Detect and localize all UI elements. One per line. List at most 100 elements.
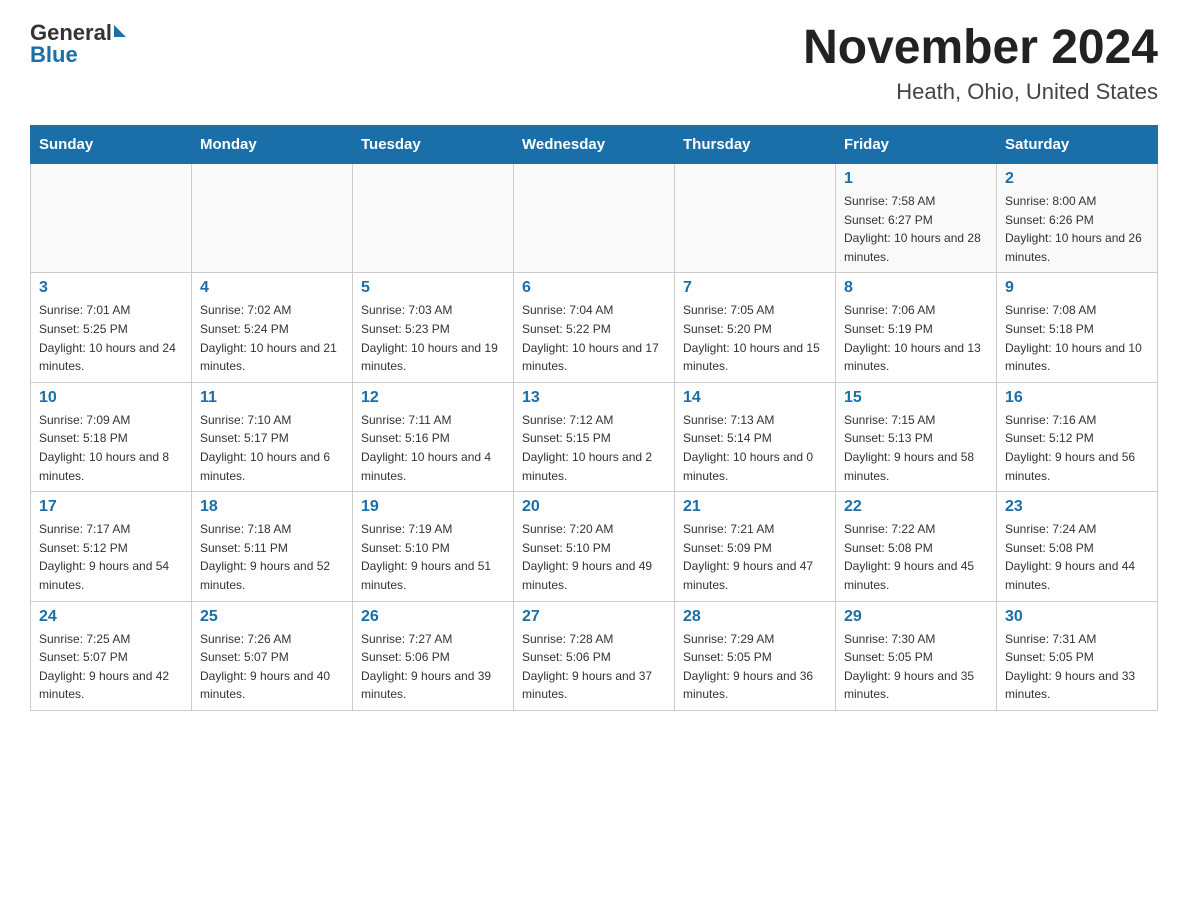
day-info: Sunrise: 7:13 AMSunset: 5:14 PMDaylight:… bbox=[683, 411, 827, 485]
day-info: Sunrise: 8:00 AMSunset: 6:26 PMDaylight:… bbox=[1005, 192, 1149, 266]
day-info: Sunrise: 7:31 AMSunset: 5:05 PMDaylight:… bbox=[1005, 630, 1149, 704]
day-number: 25 bbox=[200, 608, 344, 626]
calendar-cell: 27 Sunrise: 7:28 AMSunset: 5:06 PMDayligh… bbox=[514, 601, 675, 710]
day-info: Sunrise: 7:19 AMSunset: 5:10 PMDaylight:… bbox=[361, 520, 505, 594]
calendar-cell: 30 Sunrise: 7:31 AMSunset: 5:05 PMDayligh… bbox=[997, 601, 1158, 710]
calendar-cell: 20 Sunrise: 7:20 AMSunset: 5:10 PMDayligh… bbox=[514, 492, 675, 601]
day-info: Sunrise: 7:09 AMSunset: 5:18 PMDaylight:… bbox=[39, 411, 183, 485]
calendar-cell: 16 Sunrise: 7:16 AMSunset: 5:12 PMDayligh… bbox=[997, 382, 1158, 491]
logo-arrow-icon bbox=[114, 25, 126, 37]
day-info: Sunrise: 7:26 AMSunset: 5:07 PMDaylight:… bbox=[200, 630, 344, 704]
calendar-cell: 5Sunrise: 7:03 AMSunset: 5:23 PMDaylight… bbox=[353, 273, 514, 382]
calendar-cell bbox=[192, 164, 353, 273]
day-number: 3 bbox=[39, 279, 183, 297]
day-info: Sunrise: 7:15 AMSunset: 5:13 PMDaylight:… bbox=[844, 411, 988, 485]
header-day-friday: Friday bbox=[836, 126, 997, 164]
calendar-cell: 12Sunrise: 7:11 AMSunset: 5:16 PMDayligh… bbox=[353, 382, 514, 491]
week-row-2: 3 Sunrise: 7:01 AMSunset: 5:25 PMDaylight… bbox=[31, 273, 1158, 382]
logo: General Blue bbox=[30, 20, 126, 68]
calendar-cell: 6Sunrise: 7:04 AMSunset: 5:22 PMDaylight… bbox=[514, 273, 675, 382]
day-number: 19 bbox=[361, 498, 505, 516]
calendar-cell: 4 Sunrise: 7:02 AMSunset: 5:24 PMDaylight… bbox=[192, 273, 353, 382]
calendar-body: 1 Sunrise: 7:58 AMSunset: 6:27 PMDaylight… bbox=[31, 164, 1158, 711]
day-number: 23 bbox=[1005, 498, 1149, 516]
day-info: Sunrise: 7:02 AMSunset: 5:24 PMDaylight:… bbox=[200, 301, 344, 375]
calendar-cell: 1 Sunrise: 7:58 AMSunset: 6:27 PMDaylight… bbox=[836, 164, 997, 273]
calendar-cell: 8 Sunrise: 7:06 AMSunset: 5:19 PMDaylight… bbox=[836, 273, 997, 382]
day-number: 4 bbox=[200, 279, 344, 297]
day-number: 14 bbox=[683, 389, 827, 407]
header-day-thursday: Thursday bbox=[675, 126, 836, 164]
day-number: 8 bbox=[844, 279, 988, 297]
day-number: 2 bbox=[1005, 170, 1149, 188]
calendar-cell: 13 Sunrise: 7:12 AMSunset: 5:15 PMDayligh… bbox=[514, 382, 675, 491]
day-info: Sunrise: 7:20 AMSunset: 5:10 PMDaylight:… bbox=[522, 520, 666, 594]
week-row-3: 10 Sunrise: 7:09 AMSunset: 5:18 PMDayligh… bbox=[31, 382, 1158, 491]
calendar-cell: 14 Sunrise: 7:13 AMSunset: 5:14 PMDayligh… bbox=[675, 382, 836, 491]
calendar-cell: 21Sunrise: 7:21 AMSunset: 5:09 PMDayligh… bbox=[675, 492, 836, 601]
day-info: Sunrise: 7:24 AMSunset: 5:08 PMDaylight:… bbox=[1005, 520, 1149, 594]
day-number: 21 bbox=[683, 498, 827, 516]
title-section: November 2024 Heath, Ohio, United States bbox=[803, 20, 1158, 105]
day-number: 26 bbox=[361, 608, 505, 626]
header-row: SundayMondayTuesdayWednesdayThursdayFrid… bbox=[31, 126, 1158, 164]
day-info: Sunrise: 7:27 AMSunset: 5:06 PMDaylight:… bbox=[361, 630, 505, 704]
day-info: Sunrise: 7:01 AMSunset: 5:25 PMDaylight:… bbox=[39, 301, 183, 375]
day-info: Sunrise: 7:05 AMSunset: 5:20 PMDaylight:… bbox=[683, 301, 827, 375]
logo-blue-text: Blue bbox=[30, 42, 126, 68]
day-number: 28 bbox=[683, 608, 827, 626]
calendar-cell bbox=[675, 164, 836, 273]
day-number: 27 bbox=[522, 608, 666, 626]
calendar-cell: 15 Sunrise: 7:15 AMSunset: 5:13 PMDayligh… bbox=[836, 382, 997, 491]
day-info: Sunrise: 7:58 AMSunset: 6:27 PMDaylight:… bbox=[844, 192, 988, 266]
day-number: 18 bbox=[200, 498, 344, 516]
day-info: Sunrise: 7:18 AMSunset: 5:11 PMDaylight:… bbox=[200, 520, 344, 594]
day-number: 16 bbox=[1005, 389, 1149, 407]
day-number: 24 bbox=[39, 608, 183, 626]
calendar-cell: 17Sunrise: 7:17 AMSunset: 5:12 PMDayligh… bbox=[31, 492, 192, 601]
day-info: Sunrise: 7:12 AMSunset: 5:15 PMDaylight:… bbox=[522, 411, 666, 485]
calendar-cell: 2 Sunrise: 8:00 AMSunset: 6:26 PMDaylight… bbox=[997, 164, 1158, 273]
day-number: 12 bbox=[361, 389, 505, 407]
calendar-cell bbox=[353, 164, 514, 273]
month-title: November 2024 bbox=[803, 20, 1158, 75]
day-info: Sunrise: 7:25 AMSunset: 5:07 PMDaylight:… bbox=[39, 630, 183, 704]
day-number: 15 bbox=[844, 389, 988, 407]
day-number: 5 bbox=[361, 279, 505, 297]
day-info: Sunrise: 7:30 AMSunset: 5:05 PMDaylight:… bbox=[844, 630, 988, 704]
day-number: 20 bbox=[522, 498, 666, 516]
day-number: 10 bbox=[39, 389, 183, 407]
day-number: 7 bbox=[683, 279, 827, 297]
calendar-cell: 22Sunrise: 7:22 AMSunset: 5:08 PMDayligh… bbox=[836, 492, 997, 601]
day-number: 1 bbox=[844, 170, 988, 188]
day-info: Sunrise: 7:22 AMSunset: 5:08 PMDaylight:… bbox=[844, 520, 988, 594]
day-number: 17 bbox=[39, 498, 183, 516]
header-day-sunday: Sunday bbox=[31, 126, 192, 164]
day-number: 11 bbox=[200, 389, 344, 407]
week-row-4: 17Sunrise: 7:17 AMSunset: 5:12 PMDayligh… bbox=[31, 492, 1158, 601]
day-info: Sunrise: 7:29 AMSunset: 5:05 PMDaylight:… bbox=[683, 630, 827, 704]
calendar-cell: 18 Sunrise: 7:18 AMSunset: 5:11 PMDayligh… bbox=[192, 492, 353, 601]
calendar-header: SundayMondayTuesdayWednesdayThursdayFrid… bbox=[31, 126, 1158, 164]
day-number: 13 bbox=[522, 389, 666, 407]
calendar-cell: 3 Sunrise: 7:01 AMSunset: 5:25 PMDaylight… bbox=[31, 273, 192, 382]
header-day-tuesday: Tuesday bbox=[353, 126, 514, 164]
day-info: Sunrise: 7:16 AMSunset: 5:12 PMDaylight:… bbox=[1005, 411, 1149, 485]
location-title: Heath, Ohio, United States bbox=[803, 79, 1158, 105]
day-number: 29 bbox=[844, 608, 988, 626]
week-row-1: 1 Sunrise: 7:58 AMSunset: 6:27 PMDaylight… bbox=[31, 164, 1158, 273]
calendar-cell: 26 Sunrise: 7:27 AMSunset: 5:06 PMDayligh… bbox=[353, 601, 514, 710]
header-day-monday: Monday bbox=[192, 126, 353, 164]
day-number: 30 bbox=[1005, 608, 1149, 626]
page-header: General Blue November 2024 Heath, Ohio, … bbox=[30, 20, 1158, 105]
calendar-cell: 23 Sunrise: 7:24 AMSunset: 5:08 PMDayligh… bbox=[997, 492, 1158, 601]
day-info: Sunrise: 7:08 AMSunset: 5:18 PMDaylight:… bbox=[1005, 301, 1149, 375]
calendar-cell bbox=[31, 164, 192, 273]
day-info: Sunrise: 7:10 AMSunset: 5:17 PMDaylight:… bbox=[200, 411, 344, 485]
day-info: Sunrise: 7:06 AMSunset: 5:19 PMDaylight:… bbox=[844, 301, 988, 375]
calendar-cell bbox=[514, 164, 675, 273]
calendar-cell: 10 Sunrise: 7:09 AMSunset: 5:18 PMDayligh… bbox=[31, 382, 192, 491]
day-number: 9 bbox=[1005, 279, 1149, 297]
day-info: Sunrise: 7:28 AMSunset: 5:06 PMDaylight:… bbox=[522, 630, 666, 704]
calendar-cell: 24 Sunrise: 7:25 AMSunset: 5:07 PMDayligh… bbox=[31, 601, 192, 710]
